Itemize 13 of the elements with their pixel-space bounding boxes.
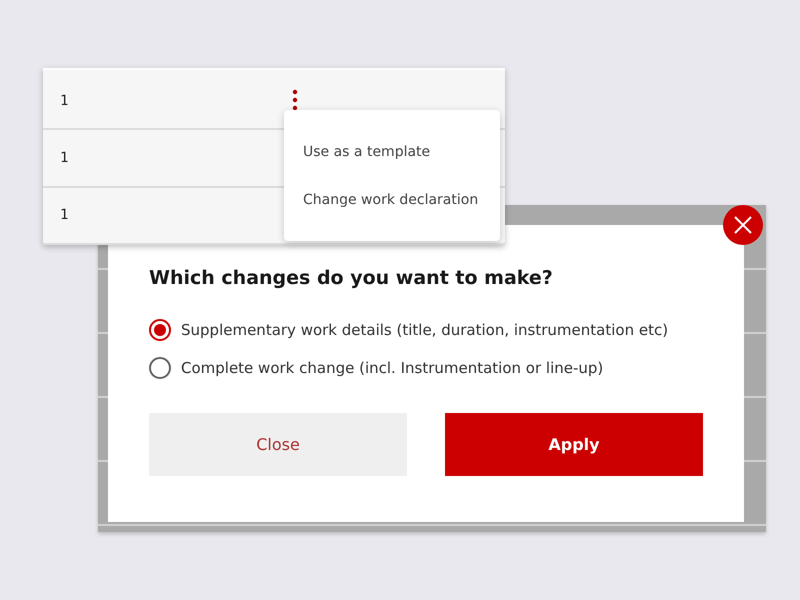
option-label[interactable]: Supplementary work details (title, duration, instrumentation etc) xyxy=(181,321,668,339)
table-cell: 1 xyxy=(60,92,68,109)
apply-button[interactable]: Apply xyxy=(445,413,703,476)
close-button[interactable]: Close xyxy=(149,413,407,476)
kebab-menu-icon[interactable] xyxy=(291,89,299,111)
radio-button[interactable] xyxy=(149,319,171,341)
radio-button[interactable] xyxy=(149,357,171,379)
option-label[interactable]: Complete work change (incl. Instrumentation or line-up) xyxy=(181,359,604,377)
menu-item[interactable]: Change work declaration xyxy=(303,192,500,208)
table-cell: 1 xyxy=(60,207,68,224)
dialog-title: Which changes do you want to make? xyxy=(149,267,554,289)
menu-item[interactable]: Use as a template xyxy=(303,144,500,160)
table-cell: 1 xyxy=(60,150,68,166)
